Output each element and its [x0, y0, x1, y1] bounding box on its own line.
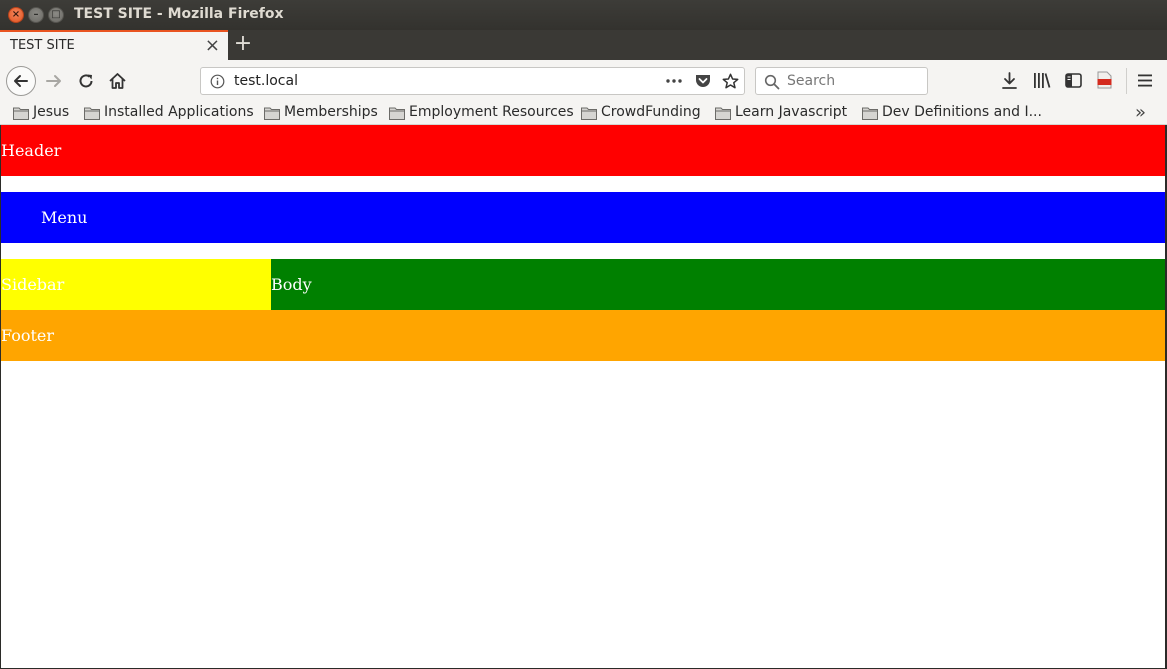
- hamburger-menu-icon[interactable]: [1138, 74, 1152, 87]
- search-bar[interactable]: Search: [755, 67, 928, 95]
- sidebar-text: Sidebar: [1, 275, 65, 294]
- header-text: Header: [1, 141, 62, 160]
- folder-icon: [581, 107, 597, 120]
- bookmark-star-icon[interactable]: [722, 73, 739, 90]
- downloads-icon[interactable]: [1001, 72, 1018, 90]
- page-menu: Menu: [1, 192, 1165, 243]
- reload-icon[interactable]: [77, 72, 95, 90]
- tab-label: TEST SITE: [10, 38, 75, 53]
- page-footer: Footer: [1, 310, 1165, 361]
- search-placeholder: Search: [787, 73, 836, 89]
- bookmark-label: Dev Definitions and I...: [882, 104, 1042, 120]
- close-icon: ×: [11, 9, 21, 20]
- firefox-window: × – □ TEST SITE - Mozilla Firefox TEST S…: [0, 0, 1167, 669]
- page-header: Header: [1, 125, 1165, 176]
- folder-icon: [389, 107, 405, 120]
- forward-icon[interactable]: [44, 71, 64, 91]
- folder-icon: [715, 107, 731, 120]
- bookmarks-toolbar: Jesus Installed Applications Memberships…: [0, 102, 1167, 125]
- bookmark-label: Memberships: [284, 104, 378, 120]
- sidebar-toggle-icon[interactable]: [1065, 73, 1082, 88]
- page-content: Header Menu Sidebar Body Footer: [1, 125, 1165, 668]
- body-text: Body: [271, 275, 312, 294]
- back-button[interactable]: [6, 66, 36, 96]
- folder-icon: [84, 107, 100, 120]
- folder-icon: [264, 107, 280, 120]
- window-minimize-button[interactable]: –: [28, 7, 44, 23]
- window-title: TEST SITE - Mozilla Firefox: [74, 6, 284, 22]
- back-arrow-icon: [14, 75, 28, 87]
- tab-strip: TEST SITE × +: [0, 30, 1167, 60]
- pocket-icon[interactable]: [695, 74, 711, 89]
- url-bar[interactable]: test.local: [200, 67, 745, 95]
- folder-icon: [862, 107, 878, 120]
- page-sidebar: Sidebar: [1, 259, 271, 310]
- window-maximize-button[interactable]: □: [48, 7, 64, 23]
- window-close-button[interactable]: ×: [8, 7, 24, 23]
- bookmark-label: Learn Javascript: [735, 104, 848, 120]
- page-actions-icon[interactable]: [666, 79, 682, 83]
- maximize-icon: □: [51, 9, 61, 20]
- toolbar-separator: [1126, 68, 1127, 94]
- folder-icon: [13, 107, 29, 120]
- minimize-icon: –: [33, 9, 39, 20]
- url-text: test.local: [234, 73, 298, 89]
- bookmark-label: Employment Resources: [409, 104, 574, 120]
- menu-text: Menu: [41, 208, 88, 227]
- library-icon[interactable]: [1033, 72, 1051, 89]
- bookmarks-overflow-icon[interactable]: »: [1135, 102, 1146, 123]
- tab-test-site[interactable]: TEST SITE ×: [0, 30, 228, 60]
- title-bar: × – □ TEST SITE - Mozilla Firefox: [0, 0, 1167, 30]
- page-body: Body: [271, 259, 1165, 310]
- site-info-icon[interactable]: [210, 74, 225, 89]
- pdf-extension-icon[interactable]: [1097, 71, 1112, 89]
- footer-text: Footer: [1, 326, 55, 345]
- search-icon: [764, 74, 780, 90]
- bookmark-label: CrowdFunding: [601, 104, 701, 120]
- home-icon[interactable]: [108, 72, 127, 90]
- bookmark-label: Installed Applications: [104, 104, 254, 120]
- navigation-bar: test.local Search: [0, 60, 1167, 102]
- tab-close-icon[interactable]: ×: [205, 35, 220, 56]
- new-tab-button[interactable]: +: [232, 31, 254, 57]
- bookmark-label: Jesus: [33, 104, 70, 120]
